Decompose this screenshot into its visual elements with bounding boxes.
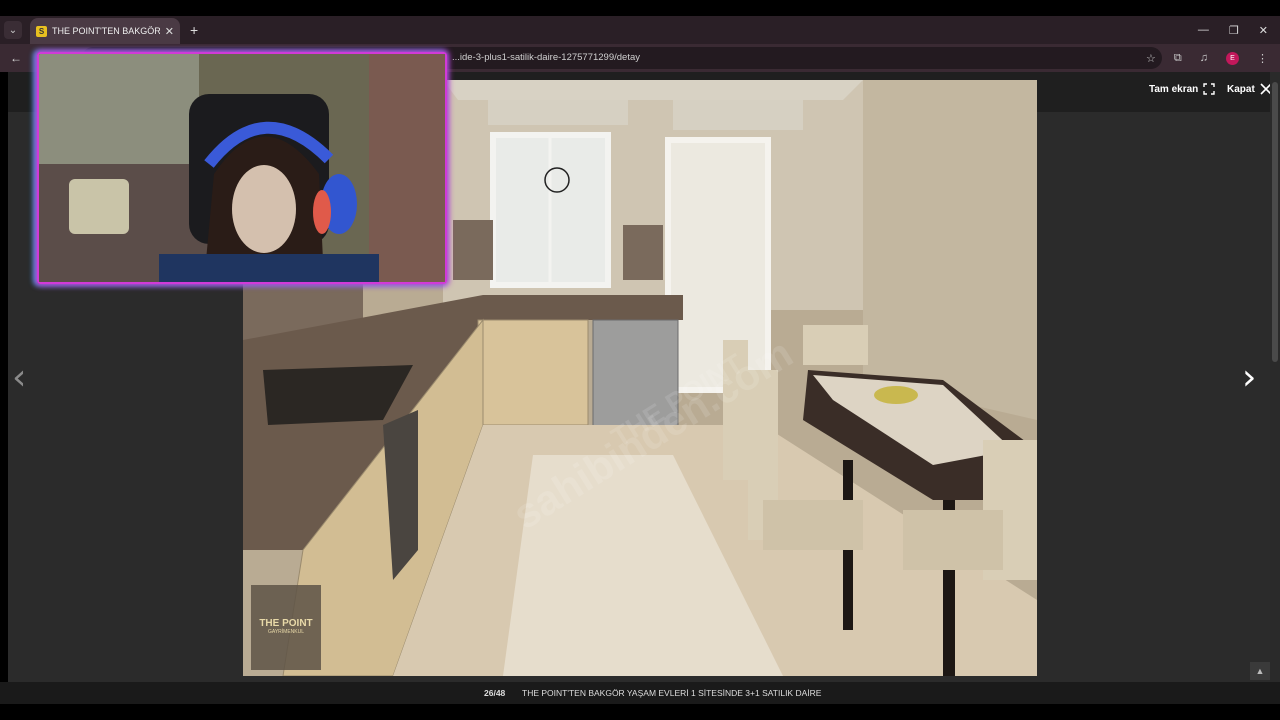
fullscreen-label: Tam ekran — [1149, 83, 1199, 95]
toolbar-icons: ☆ ⧉ ♫ E ⋮ — [1146, 44, 1268, 72]
fullscreen-icon — [1203, 83, 1215, 95]
scrollbar-thumb[interactable] — [1272, 82, 1278, 362]
restore-icon[interactable]: ❐ — [1229, 24, 1239, 37]
browser-tab-active[interactable]: S THE POINT'TEN BAKGÖR YAŞAM ✕ — [30, 18, 180, 44]
webcam-overlay — [37, 52, 447, 284]
webcam-feed — [39, 54, 445, 282]
profile-avatar[interactable]: E — [1226, 51, 1239, 65]
triangle-up-icon: ▲ — [1255, 666, 1265, 676]
window-controls: — ❐ ✕ — [1198, 24, 1280, 37]
photo-caption: THE POINT'TEN BAKGÖR YAŞAM EVLERİ 1 SİTE… — [522, 688, 822, 698]
agency-logo-title: THE POINT — [259, 618, 313, 629]
webcam-scene — [39, 54, 445, 282]
agency-logo: THE POINT GAYRİMENKUL — [251, 618, 321, 635]
screen-top-strip — [0, 0, 1280, 16]
close-label: Kapat — [1227, 83, 1255, 95]
next-photo-button[interactable]: › — [1242, 357, 1256, 398]
chevron-down-icon: ⌄ — [8, 24, 18, 36]
close-viewer-button[interactable]: Kapat — [1227, 83, 1272, 95]
scroll-top-button[interactable]: ▲ — [1250, 662, 1270, 680]
minimize-icon[interactable]: — — [1198, 24, 1209, 37]
star-icon[interactable]: ☆ — [1146, 52, 1156, 65]
kebab-menu-icon[interactable]: ⋮ — [1257, 52, 1268, 65]
tab-bar: ⌄ S THE POINT'TEN BAKGÖR YAŞAM ✕ + — ❐ ✕ — [0, 16, 1280, 44]
close-icon[interactable]: ✕ — [165, 25, 174, 38]
screen-bottom-strip — [0, 704, 1280, 720]
viewer-caption-bar: 26/48 THE POINT'TEN BAKGÖR YAŞAM EVLERİ … — [0, 682, 1280, 704]
agency-logo-subtitle: GAYRİMENKUL — [267, 629, 305, 635]
puzzle-icon[interactable]: ⧉ — [1174, 52, 1182, 65]
page-scrollbar[interactable] — [1270, 72, 1280, 682]
previous-photo-button[interactable]: ‹ — [12, 357, 26, 398]
site-favicon-icon: S — [36, 25, 47, 37]
plus-icon[interactable]: + — [190, 22, 198, 38]
tab-search-button[interactable]: ⌄ — [4, 21, 22, 39]
media-icon[interactable]: ♫ — [1200, 52, 1208, 64]
tab-title: THE POINT'TEN BAKGÖR YAŞAM — [52, 26, 160, 36]
close-window-icon[interactable]: ✕ — [1259, 24, 1268, 37]
photo-counter: 26/48 — [484, 688, 506, 698]
arrow-left-icon[interactable]: ← — [10, 51, 22, 65]
fullscreen-button[interactable]: Tam ekran — [1149, 83, 1215, 95]
